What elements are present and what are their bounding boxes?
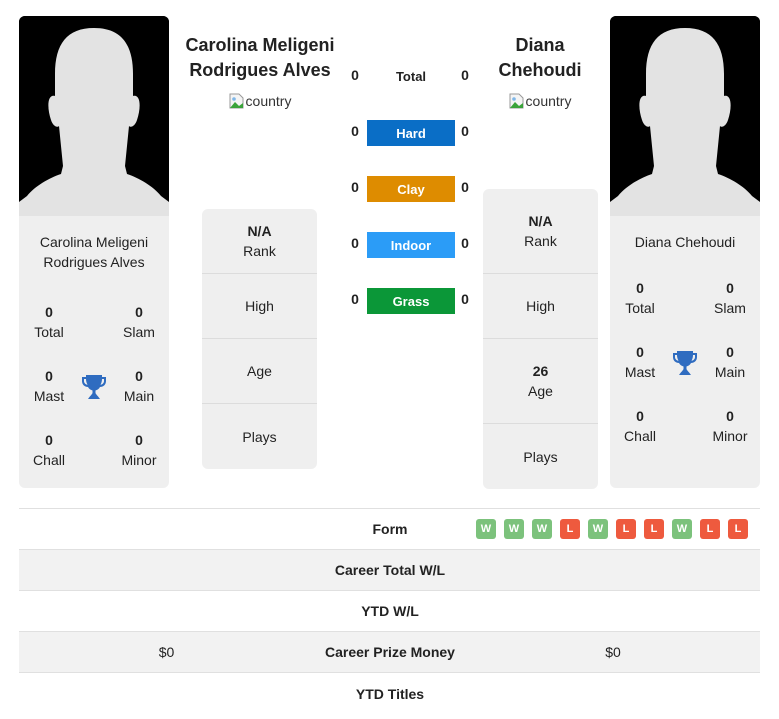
row-label: YTD W/L: [361, 603, 419, 619]
p2-indoor-wins: 0: [461, 235, 469, 251]
player1-stat-main: 0 Main: [123, 368, 155, 404]
player1-info-box: N/A Rank High Age Plays: [202, 209, 317, 469]
p1-clay-wins: 0: [351, 179, 359, 195]
form-loss-badge[interactable]: L: [700, 519, 720, 539]
form-win-badge[interactable]: W: [672, 519, 692, 539]
table-row-career-prize-money: $0 Career Prize Money $0: [19, 632, 760, 673]
player2-stat-minor: 0 Minor: [712, 408, 748, 444]
surface-row-clay: 0 Clay 0: [345, 176, 475, 202]
player1-age: Age: [202, 339, 317, 404]
silhouette-icon: [19, 16, 169, 216]
form-loss-badge[interactable]: L: [616, 519, 636, 539]
row-label: Form: [372, 521, 408, 537]
broken-image-icon: [509, 93, 525, 109]
table-row-ytd-wl: YTD W/L: [19, 591, 760, 632]
player2-stats-card: Diana Chehoudi 0 Total 0 Slam 0 Mast 0 Main …: [610, 216, 760, 488]
table-row-career-total-wl: Career Total W/L: [19, 550, 760, 591]
player2-stat-total: 0 Total: [625, 280, 655, 316]
form-loss-badge[interactable]: L: [728, 519, 748, 539]
surface-hard-badge: Hard: [367, 120, 455, 146]
p2-value: $0: [605, 644, 621, 660]
player2-high: High: [483, 274, 598, 339]
player2-stat-chall: 0 Chall: [624, 408, 656, 444]
player1-plays: Plays: [242, 428, 277, 445]
form-win-badge[interactable]: W: [476, 519, 496, 539]
row-label: Career Prize Money: [325, 644, 455, 660]
player2-age: 26 Age: [483, 339, 598, 424]
player1-stat-chall: 0 Chall: [33, 432, 65, 468]
player2-info-box: N/A Rank High 26 Age Plays: [483, 189, 598, 489]
player2-plays: Plays: [523, 448, 558, 465]
surface-row-hard: 0 Hard 0: [345, 120, 475, 146]
player2-photo: [610, 16, 760, 216]
p1-hard-wins: 0: [351, 123, 359, 139]
p2-form-badges: WWWLWLLWLL: [476, 519, 748, 539]
player1-name-heading[interactable]: Carolina Meligeni Rodrigues Alves: [175, 33, 345, 83]
player1-high: High: [202, 274, 317, 339]
comparison-table: Form WWWLWLLWLL Career Total W/L YTD W/L…: [19, 508, 760, 714]
table-row-ytd-titles: YTD Titles: [19, 673, 760, 714]
player2-country-flag: country: [490, 93, 590, 109]
player2-name-heading[interactable]: Diana Chehoudi: [470, 33, 610, 83]
player1-photo: [19, 16, 169, 216]
player2-stat-mast: 0 Mast: [624, 344, 656, 380]
p1-indoor-wins: 0: [351, 235, 359, 251]
surface-clay-badge: Clay: [367, 176, 455, 202]
surface-row-indoor: 0 Indoor 0: [345, 232, 475, 258]
row-label: Career Total W/L: [334, 562, 446, 578]
p1-total-wins: 0: [351, 67, 359, 83]
player2-rank: N/A Rank: [483, 189, 598, 274]
player1-stat-mast: 0 Mast: [33, 368, 65, 404]
surface-total-label: Total: [395, 69, 427, 84]
form-loss-badge[interactable]: L: [644, 519, 664, 539]
p1-value: $0: [158, 644, 175, 660]
table-row-form: Form WWWLWLLWLL: [19, 509, 760, 550]
surface-row-total: 0 Total 0: [345, 64, 475, 90]
player1-country-flag: country: [210, 93, 310, 109]
surface-row-grass: 0 Grass 0: [345, 288, 475, 314]
silhouette-icon: [610, 16, 760, 216]
form-win-badge[interactable]: W: [532, 519, 552, 539]
player1-stats-card: Carolina Meligeni Rodrigues Alves 0 Total…: [19, 216, 169, 488]
trophy-icon: [82, 374, 106, 400]
player2-stat-slam: 0 Slam: [714, 280, 746, 316]
surface-grass-badge: Grass: [367, 288, 455, 314]
form-win-badge[interactable]: W: [588, 519, 608, 539]
player1-stat-slam: 0 Slam: [123, 304, 155, 340]
player1-rank: N/A Rank: [202, 209, 317, 274]
player1-stat-total: 0 Total: [34, 304, 64, 340]
form-loss-badge[interactable]: L: [560, 519, 580, 539]
p2-clay-wins: 0: [461, 179, 469, 195]
broken-image-icon: [229, 93, 245, 109]
surface-indoor-badge: Indoor: [367, 232, 455, 258]
p1-grass-wins: 0: [351, 291, 359, 307]
p2-hard-wins: 0: [461, 123, 469, 139]
trophy-icon: [673, 350, 697, 376]
player1-card-name: Carolina Meligeni Rodrigues Alves: [39, 234, 149, 270]
row-label: YTD Titles: [355, 685, 425, 702]
player1-stat-minor: 0 Minor: [121, 432, 157, 468]
p2-grass-wins: 0: [461, 291, 469, 307]
player2-card-name: Diana Chehoudi: [634, 234, 736, 250]
player2-stat-main: 0 Main: [714, 344, 746, 380]
form-win-badge[interactable]: W: [504, 519, 524, 539]
